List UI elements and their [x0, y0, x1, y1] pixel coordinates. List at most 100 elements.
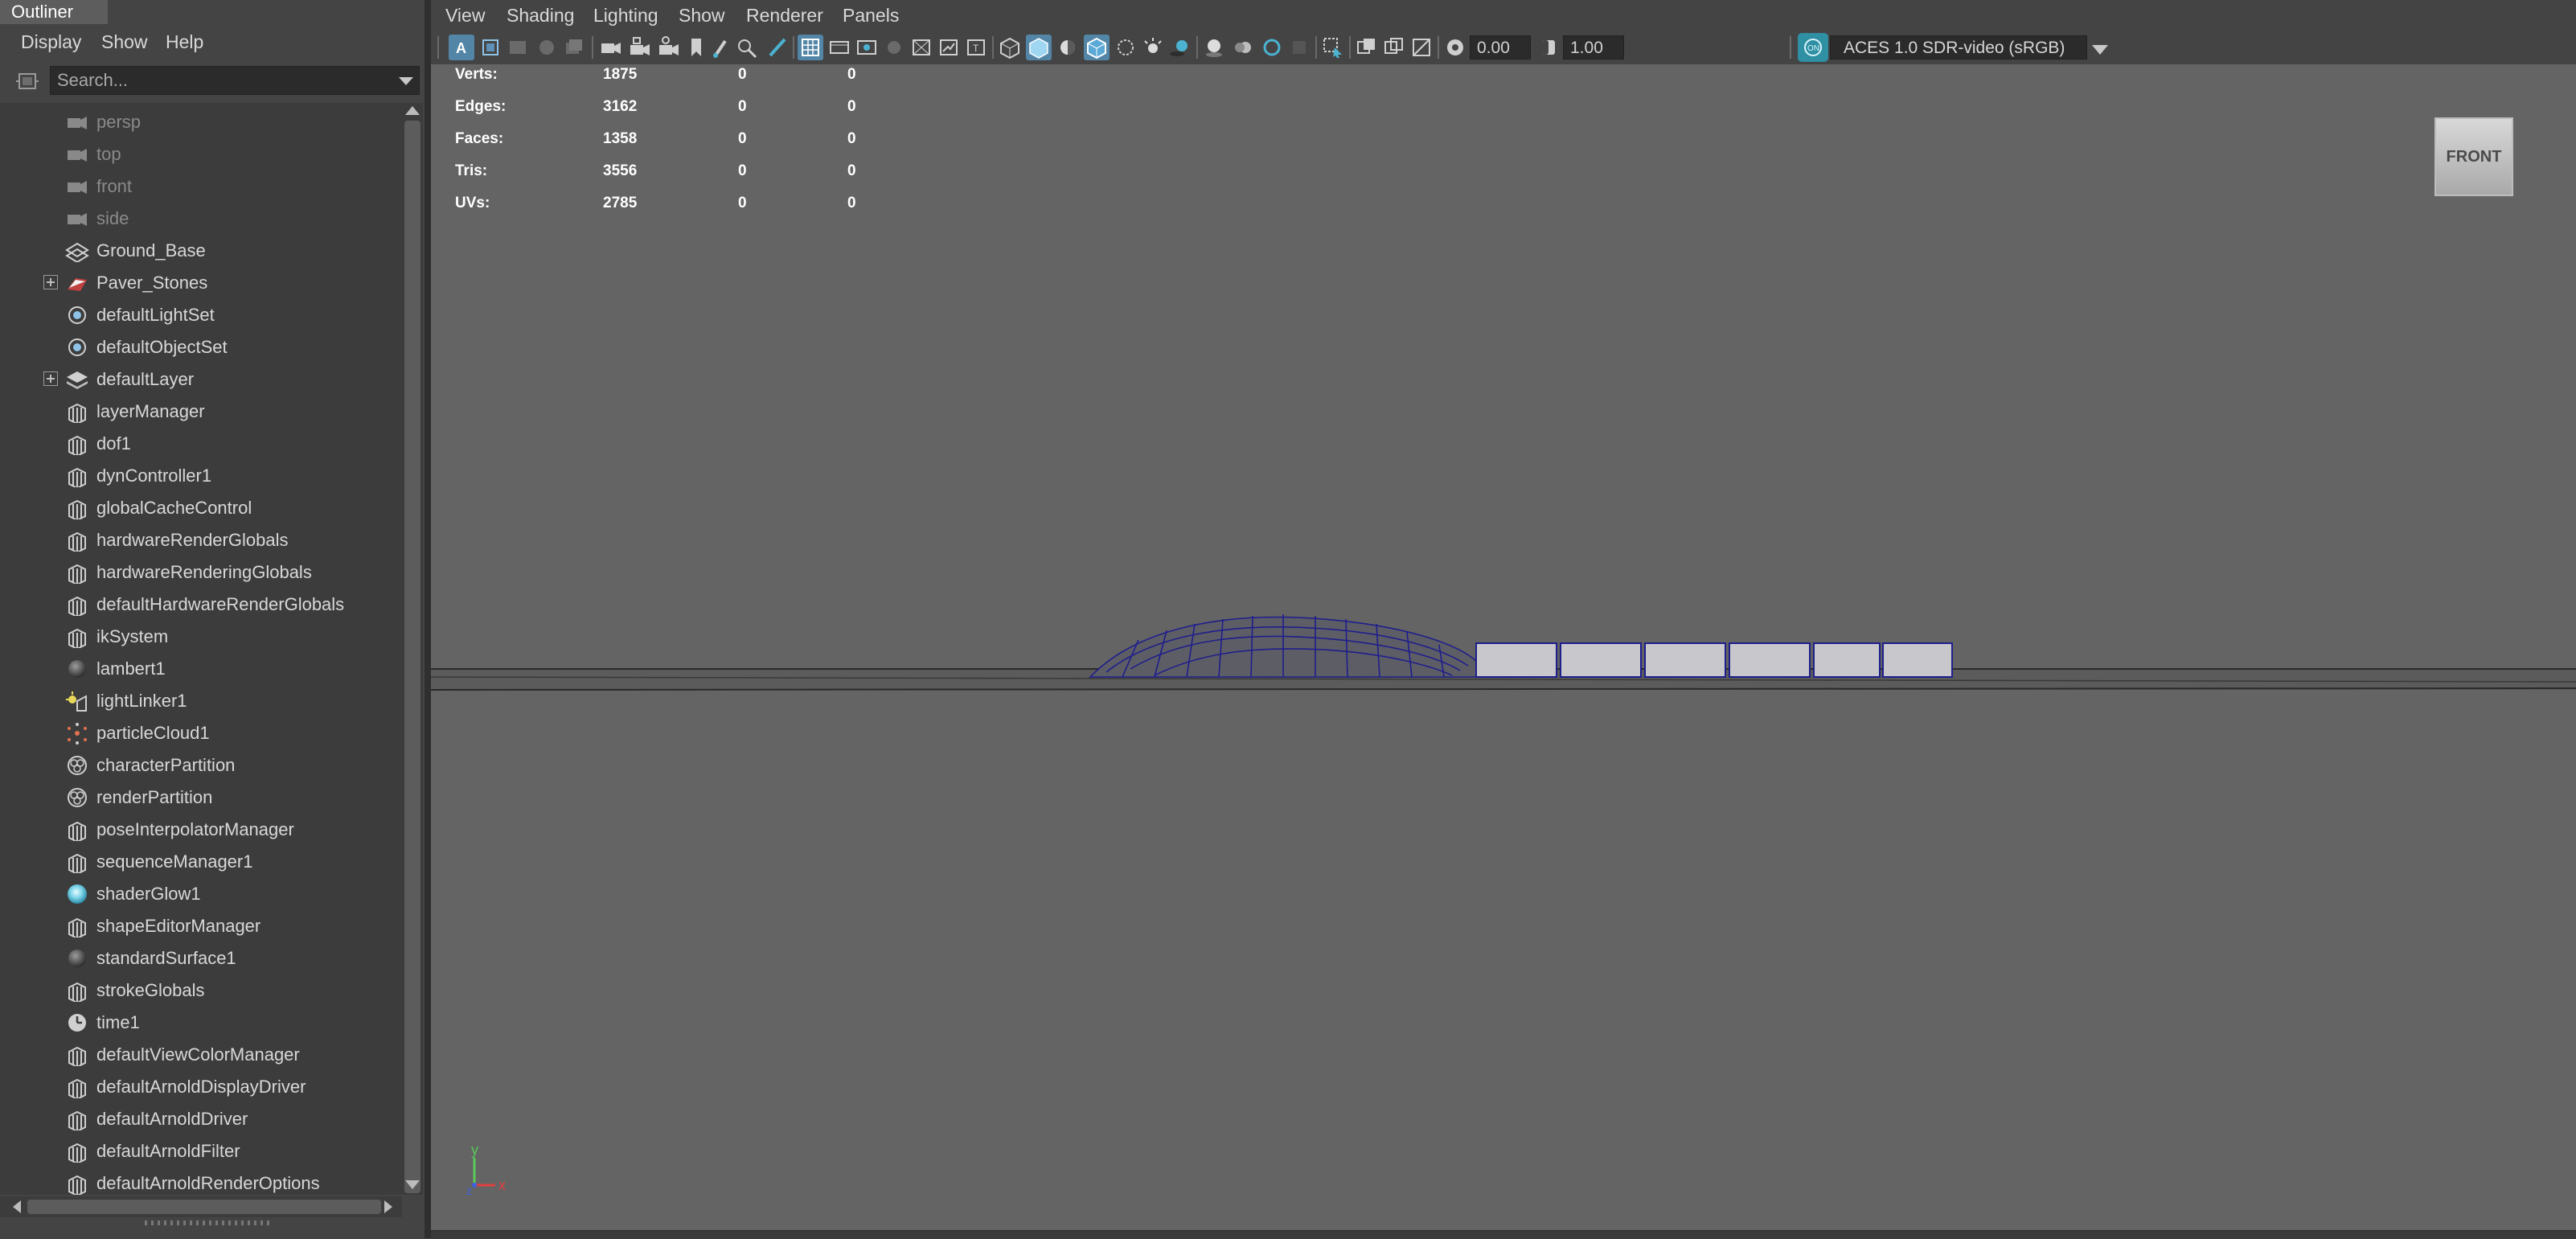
shadows-icon[interactable] — [1167, 35, 1193, 60]
outliner-item[interactable]: defaultViewColorManager — [0, 1039, 402, 1071]
safe-action-icon[interactable] — [936, 35, 962, 60]
menu-renderer[interactable]: Renderer — [746, 0, 823, 31]
outliner-item[interactable]: hardwareRenderGlobals — [0, 524, 402, 556]
outliner-item[interactable]: defaultLayer — [0, 363, 402, 396]
bookmark-icon[interactable] — [683, 35, 709, 60]
outliner-item[interactable]: dof1 — [0, 428, 402, 460]
view-transform-chevron-down-icon[interactable] — [2092, 45, 2108, 55]
lights-icon[interactable] — [1140, 35, 1166, 60]
depth-of-field-icon[interactable] — [1286, 35, 1312, 60]
timeline-strip[interactable] — [431, 1230, 2576, 1239]
camera-attributes-icon[interactable] — [478, 35, 503, 60]
outliner-item[interactable]: poseInterpolatorManager — [0, 814, 402, 846]
field-chart-icon[interactable] — [909, 35, 934, 60]
filter-icon[interactable] — [14, 69, 40, 93]
color-management-toggle-icon[interactable]: ON — [1798, 33, 1828, 62]
film-gate-icon[interactable] — [827, 35, 852, 60]
panel-resize-grip[interactable] — [145, 1221, 273, 1225]
expand-plus-icon[interactable] — [43, 275, 58, 289]
3d-viewport[interactable]: Verts: 1875 0 0 Edges: 3162 0 0 Faces: 1358 0 0 Tris… — [431, 64, 2576, 1230]
gate-mask-icon[interactable] — [881, 35, 907, 60]
xray-active-components-icon[interactable] — [1381, 35, 1407, 60]
scroll-right-arrow-icon[interactable] — [384, 1200, 392, 1213]
view-transform-dropdown[interactable]: ACES 1.0 SDR-video (sRGB) — [1830, 35, 2087, 59]
camera-turntable-icon[interactable] — [656, 35, 682, 60]
outliner-item[interactable]: top — [0, 138, 402, 170]
xray-icon[interactable] — [1113, 35, 1138, 60]
scroll-up-arrow-icon[interactable] — [405, 106, 420, 115]
outliner-item[interactable]: sequenceManager1 — [0, 846, 402, 878]
outliner-horizontal-scrollbar[interactable] — [0, 1196, 402, 1217]
xray-joints-icon[interactable] — [1354, 35, 1380, 60]
outliner-item[interactable]: defaultArnoldRenderOptions — [0, 1167, 402, 1195]
gamma-icon[interactable] — [1536, 35, 1561, 60]
outliner-item[interactable]: standardSurface1 — [0, 942, 402, 974]
expand-plus-icon[interactable] — [43, 371, 58, 386]
smooth-shade-icon[interactable] — [1026, 35, 1052, 60]
outliner-item[interactable]: defaultArnoldFilter — [0, 1135, 402, 1167]
outliner-item[interactable]: renderPartition — [0, 782, 402, 814]
outliner-tab[interactable]: Outliner — [0, 0, 108, 24]
viewcube[interactable]: FRONT — [2434, 117, 2513, 196]
scrollbar-thumb[interactable] — [404, 121, 420, 1193]
image-plane-icon[interactable] — [505, 35, 531, 60]
menu-help[interactable]: Help — [166, 26, 203, 58]
scrollbar-thumb[interactable] — [27, 1200, 381, 1214]
safe-title-icon[interactable]: T — [963, 35, 989, 60]
pan-zoom-icon[interactable] — [735, 35, 761, 60]
menu-shading[interactable]: Shading — [507, 0, 574, 31]
outliner-vertical-scrollbar[interactable] — [402, 103, 423, 1195]
antialiasing-icon[interactable] — [1259, 35, 1285, 60]
wireframe-on-shaded-icon[interactable] — [1084, 35, 1110, 60]
outliner-item[interactable]: side — [0, 203, 402, 235]
menu-show[interactable]: Show — [101, 26, 148, 58]
paint-brush-icon[interactable] — [764, 35, 790, 60]
outliner-item[interactable]: dynController1 — [0, 460, 402, 492]
outliner-item[interactable]: defaultObjectSet — [0, 331, 402, 363]
resolution-gate-icon[interactable] — [854, 35, 880, 60]
outliner-search-input[interactable] — [50, 66, 420, 95]
outliner-item[interactable]: defaultArnoldDriver — [0, 1103, 402, 1135]
outliner-item[interactable]: front — [0, 170, 402, 203]
exposure-field[interactable]: 0.00 — [1470, 35, 1531, 59]
gamma-field[interactable]: 1.00 — [1563, 35, 1624, 59]
outliner-item[interactable]: shapeEditorManager — [0, 910, 402, 942]
outliner-item[interactable]: defaultLightSet — [0, 299, 402, 331]
scroll-left-arrow-icon[interactable] — [13, 1200, 21, 1213]
default-material-icon[interactable] — [1055, 35, 1081, 60]
outliner-item[interactable]: persp — [0, 106, 402, 138]
exposure-icon[interactable] — [1442, 35, 1468, 60]
outliner-item[interactable]: Ground_Base — [0, 235, 402, 267]
wireframe-icon[interactable] — [997, 35, 1023, 60]
menu-display[interactable]: Display — [21, 26, 81, 58]
scene-geometry[interactable] — [431, 64, 2576, 1230]
outliner-item[interactable]: Paver_Stones — [0, 267, 402, 299]
outliner-item[interactable]: layerManager — [0, 396, 402, 428]
pane-splitter[interactable] — [425, 0, 431, 1238]
isolate-select-icon[interactable] — [1320, 35, 1346, 60]
grease-pencil-icon[interactable] — [708, 35, 733, 60]
outliner-item[interactable]: strokeGlobals — [0, 974, 402, 1007]
scroll-down-arrow-icon[interactable] — [405, 1180, 420, 1189]
outliner-item[interactable]: lambert1 — [0, 653, 402, 685]
outliner-item[interactable]: defaultArnoldDisplayDriver — [0, 1071, 402, 1103]
camera-icon[interactable] — [598, 35, 624, 60]
menu-panels[interactable]: Panels — [843, 0, 899, 31]
outliner-item[interactable]: lightLinker1 — [0, 685, 402, 717]
outliner-item[interactable]: ikSystem — [0, 621, 402, 653]
ambient-occlusion-icon[interactable] — [1201, 35, 1227, 60]
outliner-item[interactable]: defaultHardwareRenderGlobals — [0, 589, 402, 621]
outliner-item[interactable]: shaderGlow1 — [0, 878, 402, 910]
menu-view[interactable]: View — [445, 0, 485, 31]
grid-icon[interactable] — [798, 35, 823, 60]
motion-blur-icon[interactable] — [1230, 35, 1256, 60]
2d-pan-zoom-icon[interactable] — [561, 35, 587, 60]
outliner-item[interactable]: globalCacheControl — [0, 492, 402, 524]
select-camera-icon[interactable]: A — [449, 35, 474, 60]
bookmarks-icon[interactable] — [534, 35, 560, 60]
backface-culling-icon[interactable] — [1409, 35, 1434, 60]
outliner-item[interactable]: characterPartition — [0, 749, 402, 782]
menu-show[interactable]: Show — [679, 0, 725, 31]
menu-lighting[interactable]: Lighting — [593, 0, 658, 31]
outliner-item[interactable]: particleCloud1 — [0, 717, 402, 749]
